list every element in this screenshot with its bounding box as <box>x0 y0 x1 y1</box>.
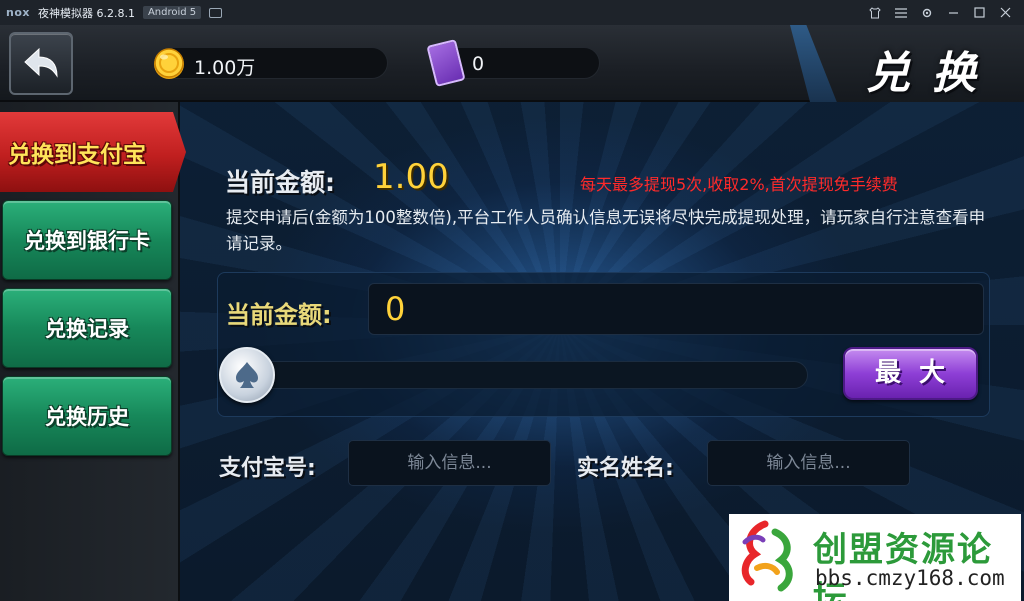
side-navigation: 兑换到支付宝 兑换到银行卡 兑换记录 兑换历史 <box>0 102 186 601</box>
nox-logo: nox <box>6 6 30 19</box>
window-controls <box>862 0 1018 25</box>
alipay-account-label: 支付宝号: <box>219 456 316 481</box>
nav-item-alipay[interactable]: 兑换到支付宝 <box>0 112 186 192</box>
emulator-titlebar: nox 夜神模拟器 6.2.8.1 Android 5 <box>0 0 1024 25</box>
current-amount-value: 1.00 <box>373 157 449 197</box>
spade-icon <box>236 362 258 388</box>
nav-item-exchange-records[interactable]: 兑换记录 <box>2 288 172 368</box>
android-version-badge: Android 5 <box>142 6 202 19</box>
withdraw-amount-label: 当前金额: <box>226 301 332 329</box>
amount-slider-track[interactable] <box>232 361 808 389</box>
card-balance: 0 <box>426 38 600 88</box>
gold-coin-icon <box>154 48 184 79</box>
real-name-input[interactable]: 输入信息... <box>707 440 910 486</box>
keyboard-icon[interactable] <box>209 7 223 18</box>
room-card-icon <box>426 38 466 88</box>
page-title: 兑换 <box>866 48 998 99</box>
current-amount-label: 当前金额: <box>225 168 335 197</box>
coin-amount: 1.00万 <box>194 57 256 79</box>
menu-icon[interactable] <box>888 0 914 25</box>
coin-balance: 1.00万 <box>154 47 388 79</box>
emulator-title: 夜神模拟器 6.2.8.1 <box>37 6 135 20</box>
settings-gear-icon[interactable] <box>914 0 940 25</box>
alipay-account-input[interactable]: 输入信息... <box>348 440 551 486</box>
real-name-label: 实名姓名: <box>577 456 674 481</box>
nav-item-exchange-history[interactable]: 兑换历史 <box>2 376 172 456</box>
max-button[interactable]: 最大 <box>843 347 978 400</box>
watermark-url: bbs.cmzy168.com <box>815 566 1005 590</box>
back-arrow-icon <box>24 47 58 78</box>
game-screen: 1.00万 0 兑换 兑换到支付宝 兑换到银行卡 兑换记录 兑换历史 当前金额:… <box>0 25 1024 601</box>
forum-logo-icon <box>741 520 793 592</box>
minimize-icon[interactable] <box>940 0 966 25</box>
withdraw-amount-field[interactable]: 0 <box>368 283 984 335</box>
top-header: 1.00万 0 兑换 <box>0 25 1024 102</box>
skin-icon[interactable] <box>862 0 888 25</box>
card-amount: 0 <box>472 53 485 75</box>
nav-item-bank-card[interactable]: 兑换到银行卡 <box>2 200 172 280</box>
amount-slider-thumb[interactable] <box>219 347 275 403</box>
withdraw-description: 提交申请后(金额为100整数倍),平台工作人员确认信息无误将尽快完成提现处理，请… <box>226 208 986 253</box>
withdraw-notice: 每天最多提现5次,收取2%,首次提现免手续费 <box>580 175 898 194</box>
maximize-icon[interactable] <box>966 0 992 25</box>
close-icon[interactable] <box>992 0 1018 25</box>
watermark: 创盟资源论坛 bbs.cmzy168.com <box>729 514 1021 601</box>
back-button[interactable] <box>9 32 73 95</box>
